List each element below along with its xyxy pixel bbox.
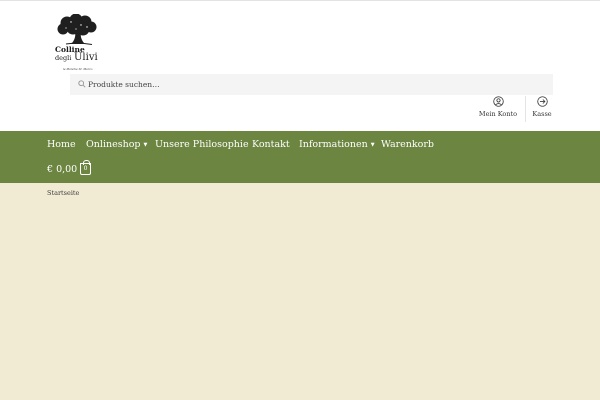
user-icon (492, 96, 504, 107)
search-input[interactable] (88, 74, 548, 95)
nav-item-label: Unsere Philosophie (155, 139, 249, 150)
logo-tagline: le Pianche Sr. Marco (63, 67, 93, 71)
nav-item-onlineshop[interactable]: Onlineshop ▼ (86, 139, 147, 150)
breadcrumb-item-home[interactable]: Startseite (47, 189, 79, 197)
chevron-down-icon: ▼ (143, 142, 148, 148)
nav-item-label: Home (47, 139, 76, 150)
nav-item-label: Kontakt (252, 139, 290, 150)
nav-item-warenkorb[interactable]: Warenkorb (381, 139, 434, 150)
nav-item-home[interactable]: Home (47, 139, 76, 150)
checkout-link[interactable]: Kasse (529, 96, 555, 120)
site-logo[interactable]: Colline degli Ulivi le Pianche Sr. Marco (54, 14, 102, 72)
cart-count-badge: 0 (83, 165, 88, 172)
arrow-right-circle-icon (536, 96, 548, 107)
product-search (70, 74, 553, 95)
nav-item-label: Informationen (299, 139, 368, 150)
logo-text-degli: degli (55, 54, 72, 62)
my-account-label: Mein Konto (478, 110, 518, 118)
search-icon (78, 80, 86, 88)
cart-total[interactable]: € 0,00 (47, 164, 77, 175)
nav-item-unsere-philosophie[interactable]: Unsere Philosophie (155, 139, 249, 150)
chevron-down-icon: ▼ (370, 142, 375, 148)
nav-item-informationen[interactable]: Informationen ▼ (299, 139, 375, 150)
nav-item-label: Onlineshop (86, 139, 141, 150)
shopping-bag-icon[interactable]: 0 (80, 160, 91, 175)
my-account-link[interactable]: Mein Konto (478, 96, 518, 120)
breadcrumb[interactable]: Startseite (47, 189, 79, 197)
nav-item-kontakt[interactable]: Kontakt (252, 139, 290, 150)
divider (525, 96, 526, 122)
nav-item-label: Warenkorb (381, 139, 434, 150)
logo-text-ulivi: Ulivi (74, 52, 98, 63)
main-navigation: Home Onlineshop ▼ Unsere Philosophie Kont… (0, 131, 600, 183)
checkout-label: Kasse (532, 110, 552, 118)
site-header: Colline degli Ulivi le Pianche Sr. Marco… (0, 1, 600, 131)
